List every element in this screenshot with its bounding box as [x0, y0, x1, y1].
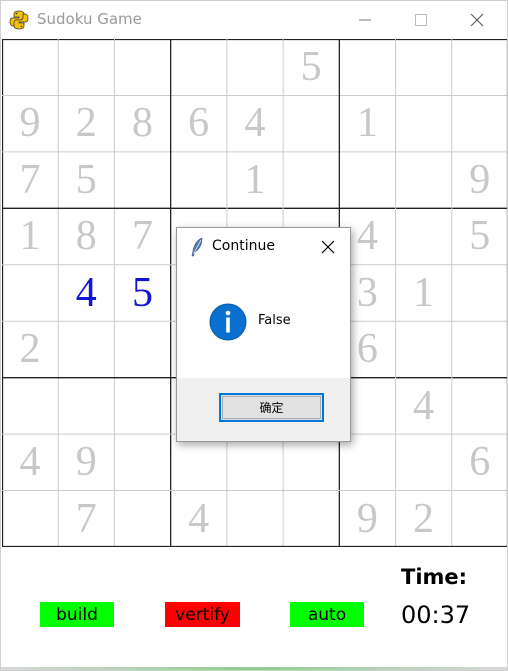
- ok-button[interactable]: 确定: [219, 393, 324, 422]
- sudoku-cell[interactable]: 7: [2, 152, 58, 208]
- control-panel: build vertify auto Time: 00:37: [1, 547, 507, 670]
- sudoku-cell[interactable]: 5: [283, 39, 339, 95]
- sudoku-cell[interactable]: [114, 152, 170, 208]
- info-icon: [209, 303, 247, 341]
- continue-dialog: Continue False 确定: [176, 227, 351, 442]
- sudoku-cell[interactable]: 9: [2, 95, 58, 151]
- python-icon: [9, 10, 29, 30]
- sudoku-cell[interactable]: [114, 378, 170, 434]
- sudoku-cell[interactable]: 2: [396, 491, 452, 547]
- sudoku-cell[interactable]: [171, 434, 227, 490]
- sudoku-cell[interactable]: [114, 491, 170, 547]
- sudoku-cell[interactable]: 1: [339, 95, 395, 151]
- minimize-button[interactable]: [337, 1, 393, 39]
- sudoku-cell[interactable]: [396, 321, 452, 377]
- sudoku-cell[interactable]: 4: [2, 434, 58, 490]
- sudoku-cell[interactable]: [452, 39, 507, 95]
- maximize-button[interactable]: [393, 1, 449, 39]
- sudoku-cell[interactable]: [452, 95, 507, 151]
- time-label: Time:: [401, 565, 468, 589]
- sudoku-cell[interactable]: 9: [452, 152, 507, 208]
- sudoku-cell[interactable]: 2: [58, 95, 114, 151]
- sudoku-cell[interactable]: 9: [58, 434, 114, 490]
- window-bottom-edge: [1, 667, 507, 670]
- sudoku-cell[interactable]: [2, 378, 58, 434]
- sudoku-cell[interactable]: 5: [114, 265, 170, 321]
- maximize-icon: [415, 14, 427, 26]
- sudoku-cell[interactable]: 6: [171, 95, 227, 151]
- sudoku-cell[interactable]: 1: [2, 208, 58, 264]
- sudoku-cell[interactable]: [227, 39, 283, 95]
- sudoku-cell[interactable]: [171, 39, 227, 95]
- sudoku-cell[interactable]: 7: [114, 208, 170, 264]
- sudoku-cell[interactable]: 8: [58, 208, 114, 264]
- sudoku-cell[interactable]: [283, 434, 339, 490]
- sudoku-cell[interactable]: 4: [227, 95, 283, 151]
- verify-button[interactable]: vertify: [165, 602, 240, 627]
- sudoku-cell[interactable]: [58, 39, 114, 95]
- sudoku-cell[interactable]: [2, 39, 58, 95]
- sudoku-cell[interactable]: [452, 491, 507, 547]
- sudoku-cell[interactable]: 4: [58, 265, 114, 321]
- sudoku-cell[interactable]: [339, 39, 395, 95]
- sudoku-cell[interactable]: [396, 208, 452, 264]
- sudoku-cell[interactable]: [452, 321, 507, 377]
- minimize-icon: [359, 19, 371, 21]
- sudoku-cell[interactable]: 1: [396, 265, 452, 321]
- window-title: Sudoku Game: [37, 10, 142, 28]
- sudoku-cell[interactable]: [396, 95, 452, 151]
- ok-button-focus-ring: [222, 396, 321, 419]
- sudoku-cell[interactable]: [2, 491, 58, 547]
- sudoku-cell[interactable]: [114, 321, 170, 377]
- sudoku-cell[interactable]: [227, 491, 283, 547]
- sudoku-cell[interactable]: [452, 265, 507, 321]
- sudoku-cell[interactable]: [283, 95, 339, 151]
- dialog-title: Continue: [212, 238, 275, 254]
- sudoku-cell[interactable]: [396, 39, 452, 95]
- sudoku-cell[interactable]: [339, 152, 395, 208]
- dialog-title-bar[interactable]: Continue: [177, 228, 350, 266]
- sudoku-cell[interactable]: [114, 434, 170, 490]
- dialog-body: False: [177, 266, 350, 378]
- sudoku-cell[interactable]: 9: [339, 491, 395, 547]
- sudoku-cell[interactable]: [227, 434, 283, 490]
- sudoku-cell[interactable]: [396, 152, 452, 208]
- sudoku-cell[interactable]: 2: [2, 321, 58, 377]
- sudoku-cell[interactable]: 6: [452, 434, 507, 490]
- dialog-message: False: [258, 313, 291, 328]
- sudoku-cell[interactable]: [452, 378, 507, 434]
- sudoku-cell[interactable]: [171, 152, 227, 208]
- sudoku-cell[interactable]: 1: [227, 152, 283, 208]
- sudoku-cell[interactable]: 5: [452, 208, 507, 264]
- sudoku-cell[interactable]: [283, 152, 339, 208]
- timer-value: 00:37: [401, 601, 471, 629]
- title-bar[interactable]: Sudoku Game: [1, 1, 507, 39]
- sudoku-cell[interactable]: 8: [114, 95, 170, 151]
- sudoku-cell[interactable]: 4: [396, 378, 452, 434]
- feather-icon: [191, 237, 203, 257]
- close-icon[interactable]: [320, 239, 336, 255]
- build-button[interactable]: build: [40, 602, 114, 627]
- close-icon: [470, 13, 484, 27]
- sudoku-cell[interactable]: [58, 378, 114, 434]
- sudoku-cell[interactable]: [2, 265, 58, 321]
- auto-button[interactable]: auto: [290, 602, 364, 627]
- sudoku-cell[interactable]: 4: [171, 491, 227, 547]
- close-button[interactable]: [449, 1, 505, 39]
- sudoku-cell[interactable]: 7: [58, 491, 114, 547]
- sudoku-cell[interactable]: [283, 491, 339, 547]
- sudoku-cell[interactable]: 5: [58, 152, 114, 208]
- sudoku-cell[interactable]: [114, 39, 170, 95]
- sudoku-cell[interactable]: [339, 434, 395, 490]
- sudoku-cell[interactable]: [396, 434, 452, 490]
- sudoku-cell[interactable]: [58, 321, 114, 377]
